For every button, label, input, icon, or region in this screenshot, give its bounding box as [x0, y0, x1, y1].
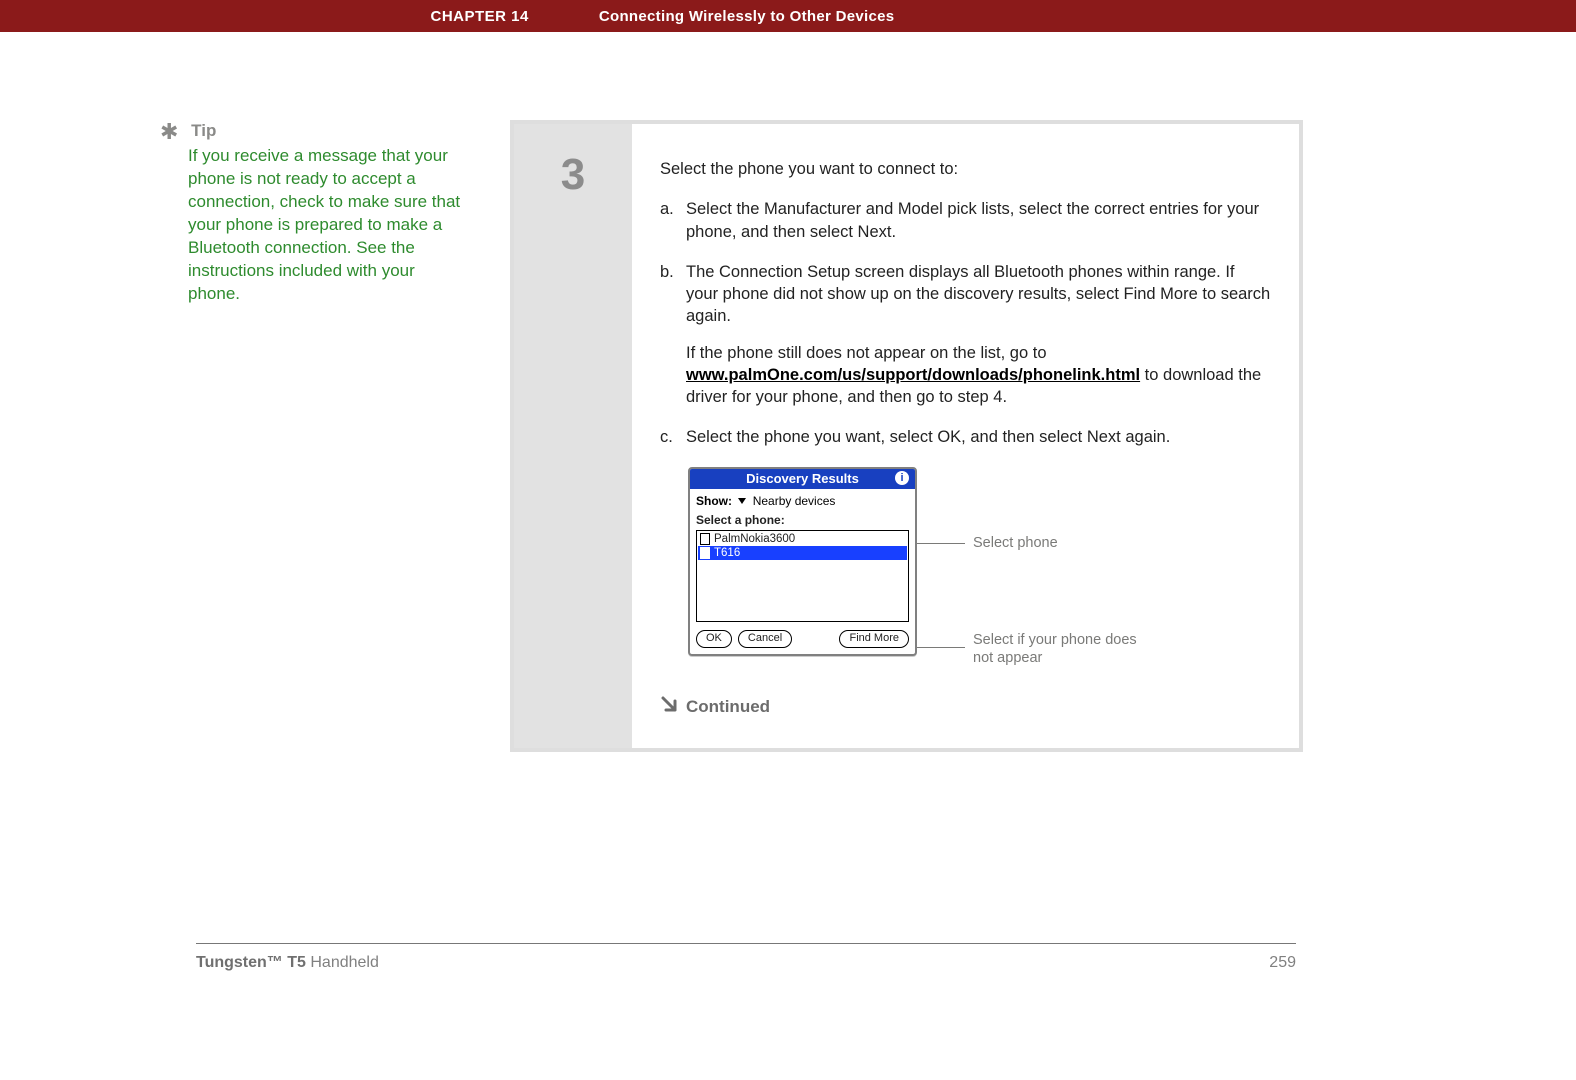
cancel-button[interactable]: Cancel [738, 630, 792, 648]
callout-select-phone: Select phone [973, 534, 1058, 552]
callout-not-appear: Select if your phone does not appear [973, 631, 1143, 667]
device-row: Discovery Results i Show: Nearby devices… [660, 467, 1271, 677]
step-list: a. Select the Manufacturer and Model pic… [660, 198, 1271, 448]
device-body: Show: Nearby devices Select a phone: Pal… [690, 489, 915, 654]
phone-icon [700, 547, 710, 559]
phone-list-item[interactable]: PalmNokia3600 [698, 532, 907, 546]
step-item-c: c. Select the phone you want, select OK,… [660, 426, 1271, 448]
step-item-b: b. The Connection Setup screen displays … [660, 261, 1271, 409]
tip-label: Tip [191, 121, 216, 140]
page-number: 259 [1269, 954, 1296, 972]
device-title: Discovery Results [746, 470, 859, 488]
asterisk-icon: ✱ [160, 121, 178, 143]
tip-text: If you receive a message that your phone… [188, 145, 470, 306]
show-label: Show: [696, 494, 732, 508]
phone-name: PalmNokia3600 [714, 533, 795, 545]
page-body: ✱ Tip If you receive a message that your… [0, 32, 1576, 752]
device-titlebar: Discovery Results i [690, 469, 915, 489]
sidebar: ✱ Tip If you receive a message that your… [160, 120, 470, 306]
callout-line [917, 543, 965, 544]
chapter-label: CHAPTER 14 [0, 8, 599, 25]
phone-list[interactable]: PalmNokia3600 T616 [696, 530, 909, 622]
step-lead: Select the phone you want to connect to: [660, 158, 1271, 180]
find-more-button[interactable]: Find More [839, 630, 909, 648]
dropdown-arrow-icon [738, 498, 746, 504]
step-text: Select the Manufacturer and Model pick l… [686, 198, 1271, 243]
info-icon[interactable]: i [895, 471, 909, 485]
product-bold: Tungsten™ T5 [196, 954, 306, 971]
step-letter: c. [660, 426, 686, 448]
device-buttons: OK Cancel Find More [696, 630, 909, 648]
show-value: Nearby devices [753, 494, 836, 508]
continued-label: Continued [686, 696, 770, 719]
continued-row: Continued [660, 695, 1271, 720]
step-text: The Connection Setup screen displays all… [686, 261, 1271, 409]
extra-prefix: If the phone still does not appear on th… [686, 344, 1047, 362]
phone-list-item[interactable]: T616 [698, 546, 907, 560]
phonelink-url[interactable]: www.palmOne.com/us/support/downloads/pho… [686, 366, 1140, 384]
step-b-main: The Connection Setup screen displays all… [686, 263, 1270, 326]
continued-arrow-icon [660, 695, 678, 720]
callout-line [917, 647, 965, 648]
step-b-extra: If the phone still does not appear on th… [686, 342, 1271, 409]
step-number: 3 [514, 124, 632, 748]
step-text: Select the phone you want, select OK, an… [686, 426, 1271, 448]
tip-block: ✱ Tip If you receive a message that your… [160, 120, 470, 306]
discovery-results-device: Discovery Results i Show: Nearby devices… [688, 467, 917, 656]
step-box: 3 Select the phone you want to connect t… [510, 120, 1303, 752]
page-footer: Tungsten™ T5 Handheld 259 [196, 943, 1296, 972]
step-item-a: a. Select the Manufacturer and Model pic… [660, 198, 1271, 243]
show-row[interactable]: Show: Nearby devices [696, 493, 909, 509]
callouts: Select phone Select if your phone does n… [917, 467, 1271, 677]
ok-button[interactable]: OK [696, 630, 732, 648]
step-content: Select the phone you want to connect to:… [632, 124, 1299, 748]
phone-icon [700, 533, 710, 545]
phone-name: T616 [714, 547, 740, 559]
product-name: Tungsten™ T5 Handheld [196, 954, 379, 972]
product-rest: Handheld [306, 954, 379, 971]
chapter-title: Connecting Wirelessly to Other Devices [599, 8, 1576, 25]
page-header: CHAPTER 14 Connecting Wirelessly to Othe… [0, 0, 1576, 32]
select-phone-label: Select a phone: [696, 512, 909, 528]
step-letter: a. [660, 198, 686, 243]
step-letter: b. [660, 261, 686, 409]
